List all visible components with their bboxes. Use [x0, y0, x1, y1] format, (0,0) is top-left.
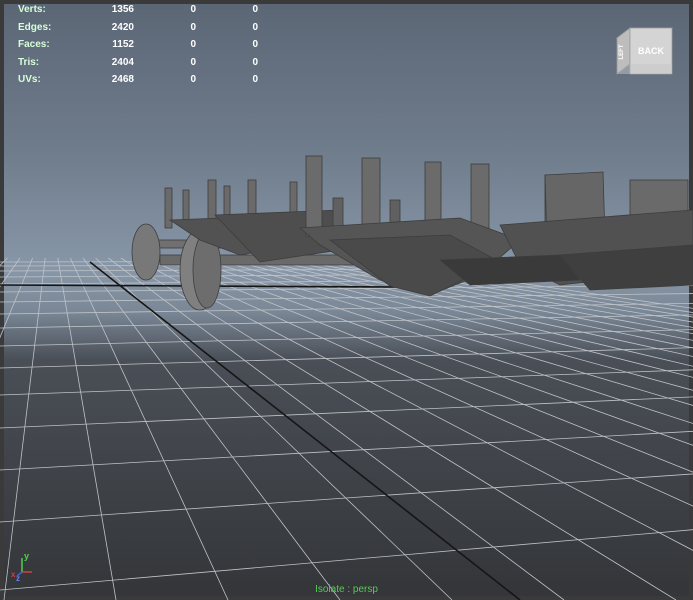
hud-value-component: 0 — [252, 21, 258, 33]
hud-row: Faces: 1152 0 0 — [18, 36, 258, 54]
hud-label: Verts: — [18, 4, 46, 15]
hud-value-component: 0 — [252, 4, 258, 15]
hud-value-total: 1356 — [111, 4, 134, 15]
view-cube-back-label[interactable]: BACK — [638, 46, 664, 56]
hud-value-total: 2420 — [111, 21, 134, 33]
hud-label: Edges: — [18, 21, 52, 33]
wheel-far-left — [131, 223, 161, 281]
hud-value-selected: 0 — [190, 4, 196, 15]
hud-label: Tris: — [18, 56, 40, 68]
hud-row: Edges: 2420 0 0 — [18, 19, 258, 37]
axis-z-label: z — [16, 574, 20, 582]
poly-count-hud: Verts: 1356 0 0 Edges: 2420 0 0 Faces: 1152 0 0 Tris… — [18, 1, 258, 89]
hud-value-selected: 0 — [190, 74, 196, 85]
hud-label: Faces: — [18, 39, 50, 50]
hud-label: UVs: — [18, 74, 41, 85]
hud-row: UVs: 2468 0 0 — [18, 71, 258, 89]
hud-row: Tris: 2404 0 0 — [18, 54, 258, 72]
camera-name-label: Isolate : persp — [315, 584, 378, 595]
axis-y-label: y — [24, 551, 29, 561]
view-cube[interactable]: BACK LEFT — [615, 27, 674, 75]
hud-value-total: 2468 — [111, 74, 134, 85]
ground-grid — [0, 257, 693, 600]
hud-value-component: 0 — [252, 56, 258, 68]
axis-gizmo: y x z — [11, 551, 32, 582]
hud-value-component: 0 — [252, 74, 258, 85]
maya-perspective-viewport[interactable]: BACK LEFT Verts: 1356 0 0 Edges: 2420 0 0 Faces:… — [0, 0, 693, 600]
hud-value-selected: 0 — [190, 21, 196, 33]
view-cube-left-label[interactable]: LEFT — [619, 44, 625, 59]
hud-value-component: 0 — [252, 39, 258, 50]
scene-canvas[interactable]: BACK LEFT — [0, 0, 693, 600]
hud-value-selected: 0 — [190, 39, 196, 50]
hud-value-selected: 0 — [190, 56, 196, 68]
grid-origin-axis-z — [89, 261, 521, 600]
hud-row: Verts: 1356 0 0 — [18, 1, 258, 19]
chassis-model[interactable] — [131, 155, 693, 311]
hud-value-total: 1152 — [112, 39, 134, 50]
hud-value-total: 2404 — [111, 56, 134, 68]
